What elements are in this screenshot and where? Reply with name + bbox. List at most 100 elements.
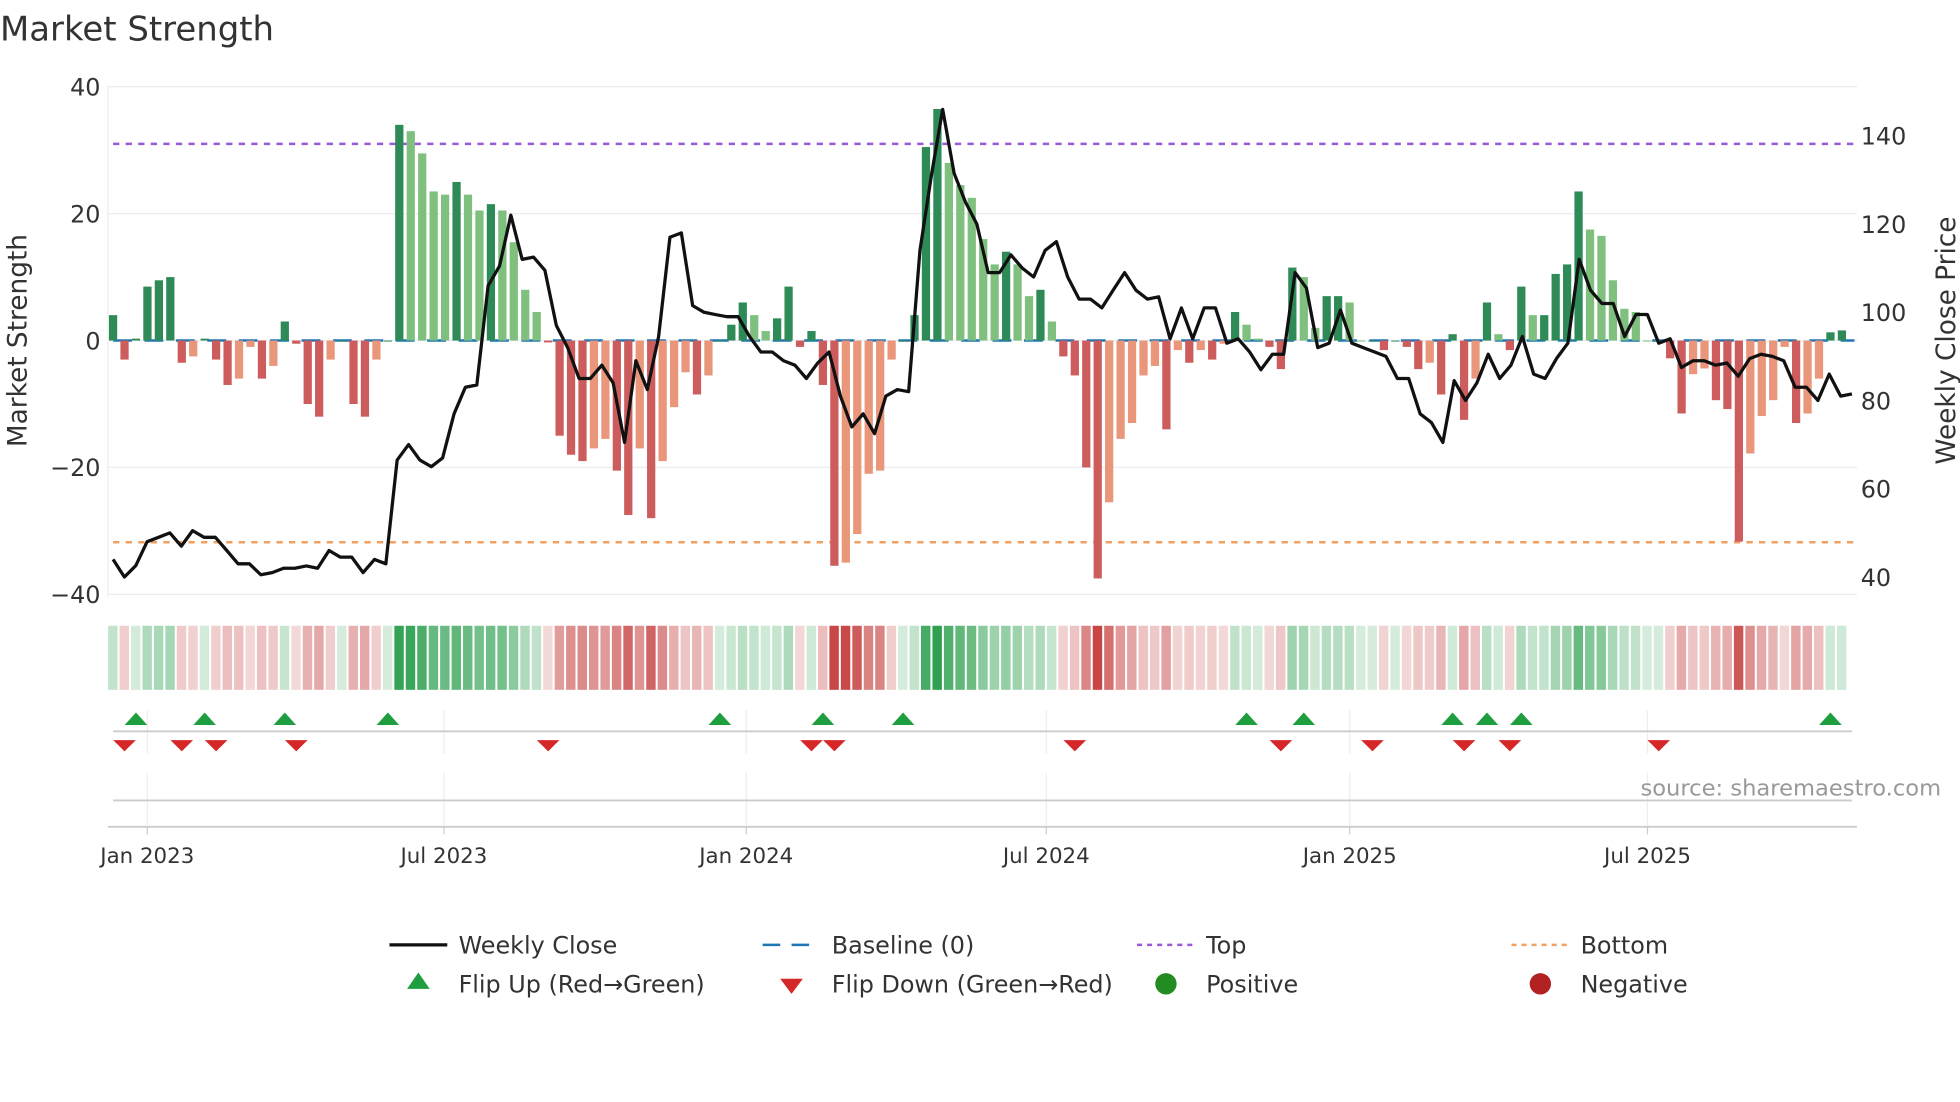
strength-bar [246, 340, 255, 347]
heat-cell [1665, 625, 1675, 690]
strength-bar [841, 340, 850, 563]
strength-bar [864, 340, 873, 474]
strength-bar [429, 191, 438, 341]
triangle-down-icon [780, 978, 803, 994]
heat-cell [1092, 625, 1103, 690]
strength-bar [1551, 273, 1560, 341]
heat-cell [405, 625, 416, 690]
heat-cell [1207, 625, 1217, 690]
strength-bar [1471, 340, 1480, 379]
heat-cell [875, 625, 885, 690]
heat-cell [245, 625, 255, 690]
heat-cell [772, 625, 782, 690]
x-tick-label: Jan 2025 [1301, 844, 1397, 869]
flip-up-marker [273, 712, 297, 726]
strength-bar [658, 340, 667, 462]
strength-bar [1196, 340, 1205, 351]
heat-cell [1482, 625, 1492, 690]
strength-bar [1230, 311, 1240, 341]
strength-bar [326, 340, 335, 360]
strength-bar [727, 324, 736, 341]
legend-label: Positive [1206, 971, 1298, 999]
heat-cell [760, 625, 771, 690]
strength-bar [1368, 340, 1377, 342]
heat-cell [1253, 625, 1263, 690]
heat-cell [1550, 625, 1561, 690]
heat-cell [1562, 625, 1572, 690]
flip-down-marker [536, 740, 560, 752]
strength-bar [784, 286, 793, 341]
flip-up-marker [811, 712, 835, 726]
heat-cell [1710, 625, 1721, 690]
strength-bar [555, 340, 564, 436]
heat-cell [898, 625, 908, 690]
legend-label: Baseline (0) [832, 932, 975, 960]
market-strength-chart: Market Strength 40 20 0 −20 −40 140 120 100 80 6… [0, 9, 1960, 999]
flip-down-marker [1269, 740, 1293, 752]
heat-cell [1596, 625, 1606, 690]
heat-cell [108, 625, 118, 690]
strength-bar [1173, 340, 1182, 351]
heat-cell [1321, 625, 1332, 690]
heat-cell [577, 625, 587, 690]
strength-bar [1437, 340, 1446, 395]
flip-up-marker [708, 712, 732, 726]
strength-bar [337, 340, 347, 342]
source-label: source: sharemaestro.com [1640, 775, 1941, 801]
heat-cell [1424, 625, 1435, 690]
strength-bar [1013, 264, 1022, 341]
heat-cell [611, 625, 622, 690]
strength-bar [292, 340, 301, 344]
legend-label: Top [1205, 932, 1246, 960]
y-tick-label: 40 [70, 74, 100, 102]
strength-bar [1093, 340, 1102, 579]
heat-cell [1699, 625, 1709, 690]
heat-cell [531, 625, 542, 690]
heat-cell [600, 625, 610, 690]
y2-tick-label: 80 [1861, 387, 1891, 415]
heat-cell [1298, 625, 1309, 690]
heat-cell [314, 625, 324, 690]
strength-bar [1482, 302, 1492, 341]
x-tick-label: Jul 2025 [1602, 844, 1691, 869]
circle-icon [1155, 973, 1177, 995]
heat-cell [1127, 625, 1137, 690]
strength-bar [944, 162, 953, 341]
strength-bar [452, 181, 461, 341]
heat-cell [497, 625, 507, 690]
heat-cell [863, 625, 874, 690]
strength-bar [704, 340, 713, 376]
strength-bar [1047, 321, 1057, 341]
heat-cell [211, 625, 221, 690]
legend-item-flip-down-green-red: Flip Down (Green→Red) [780, 971, 1113, 999]
legend-item-bottom: Bottom [1511, 932, 1668, 960]
strength-bar [1459, 340, 1469, 420]
heat-cell [1791, 625, 1801, 690]
strength-bar [280, 321, 289, 341]
strength-bar [1391, 340, 1400, 342]
strength-bar [589, 340, 599, 449]
strength-bar [692, 340, 702, 395]
strength-bar [463, 194, 473, 341]
heat-cell [1390, 625, 1400, 690]
heat-cell [153, 625, 164, 690]
heat-cell [852, 625, 862, 690]
heat-cell [428, 625, 439, 690]
heat-cell [1573, 625, 1584, 690]
strength-bar [544, 340, 553, 343]
strength-bar [1253, 338, 1263, 341]
heat-cell [1367, 625, 1377, 690]
strength-bar [635, 340, 644, 449]
heat-cell [955, 625, 965, 690]
x-tick-label: Jan 2023 [98, 844, 194, 869]
strength-bar [1597, 235, 1606, 341]
strength-bar [807, 331, 816, 341]
heat-cell [703, 625, 713, 690]
heat-cell [966, 625, 977, 690]
heat-cell [1161, 625, 1171, 690]
flip-down-marker [113, 740, 136, 752]
strength-bar [1757, 340, 1766, 417]
strength-bar [921, 147, 931, 341]
heat-cell [1012, 625, 1023, 690]
heat-cell [1275, 625, 1286, 690]
